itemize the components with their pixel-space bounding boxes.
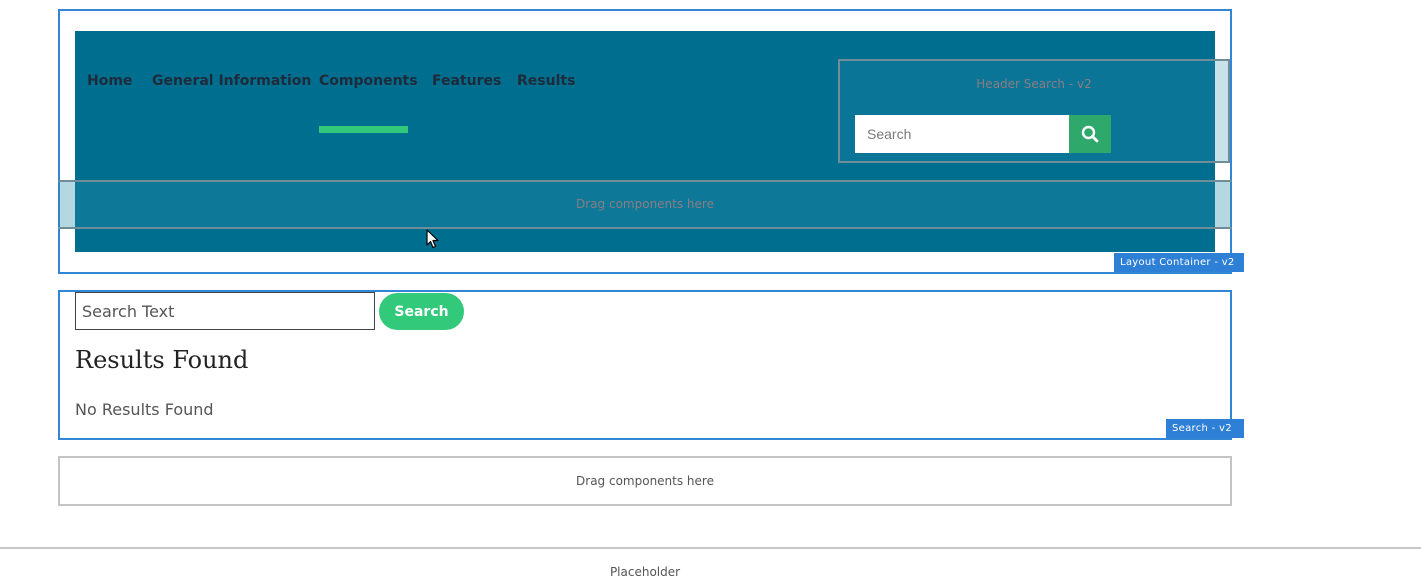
- footer-divider: [0, 547, 1421, 549]
- no-results-text: No Results Found: [75, 400, 214, 419]
- header-search-input[interactable]: [855, 115, 1069, 153]
- nav-item-home[interactable]: Home: [87, 73, 132, 89]
- nav-item-components[interactable]: Components: [319, 73, 418, 89]
- header-search-button[interactable]: [1069, 115, 1111, 153]
- search-icon: [1081, 125, 1099, 143]
- nav-item-results[interactable]: Results: [517, 73, 575, 89]
- nav-active-indicator: [319, 126, 408, 133]
- footer-placeholder-label: Placeholder: [609, 565, 681, 579]
- search-button[interactable]: Search: [379, 293, 464, 330]
- search-text-input[interactable]: [75, 292, 375, 330]
- mouse-pointer-icon: [426, 229, 439, 249]
- layout-container-tag[interactable]: Layout Container - v2: [1114, 253, 1244, 272]
- results-heading: Results Found: [75, 346, 249, 374]
- search-component-tag[interactable]: Search - v2: [1166, 419, 1244, 438]
- header-dropzone-label: Drag components here: [576, 197, 714, 211]
- header-search-label: Header Search - v2: [976, 77, 1092, 91]
- main-dropzone-label: Drag components here: [576, 474, 714, 488]
- nav-item-general-information[interactable]: General Information: [152, 73, 311, 89]
- nav-item-features[interactable]: Features: [432, 73, 501, 89]
